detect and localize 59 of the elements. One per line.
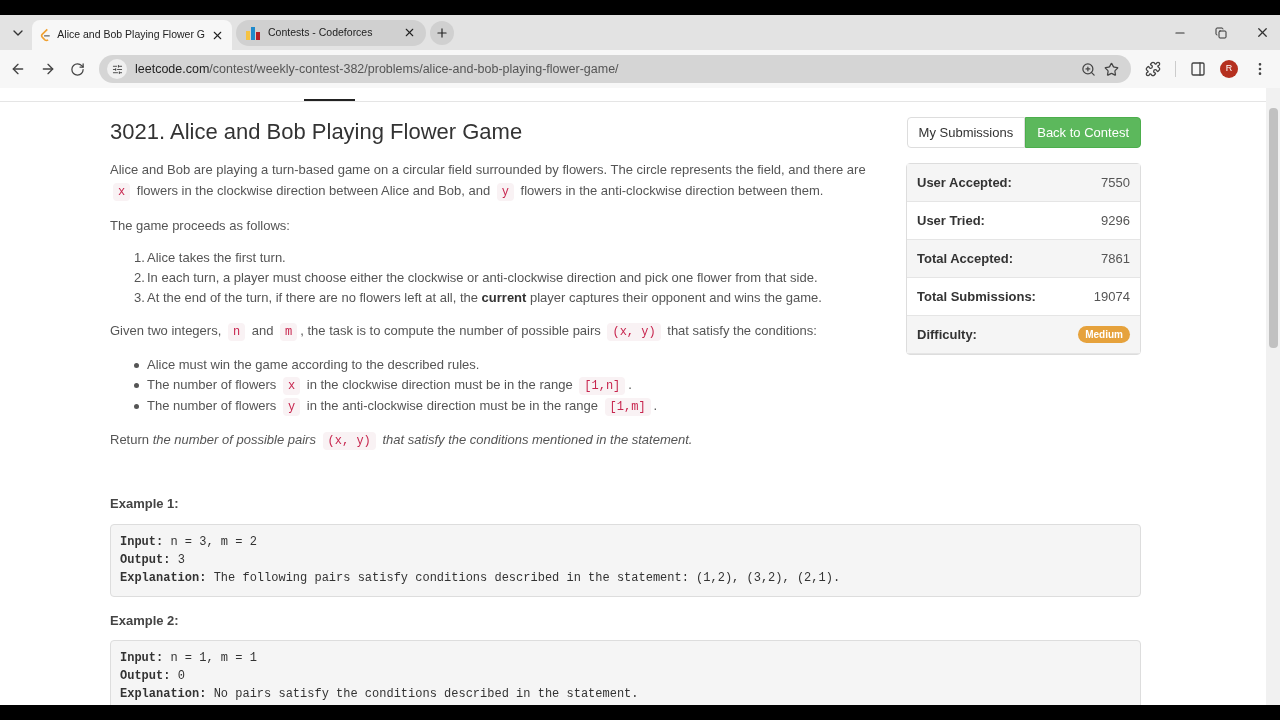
stat-value: 7550 bbox=[1101, 173, 1130, 192]
example-line: Input: n = 3, m = 2 bbox=[120, 533, 258, 551]
zoom-icon[interactable] bbox=[1081, 61, 1096, 77]
stat-label: Total Accepted: bbox=[917, 249, 1014, 268]
bullet-icon bbox=[134, 383, 139, 388]
bullet-icon bbox=[134, 362, 139, 368]
tab-title: Alice and Bob Playing Flower G bbox=[57, 27, 205, 43]
tab-title: Contests - Codeforces bbox=[268, 24, 374, 40]
list-item: In each turn, a player must choose either the clockwise or anti-clockwise direction and pick one flower from that side. bbox=[147, 269, 818, 287]
address-bar[interactable]: leetcode.com/contest/weekly-contest-382/problems/alice-and-bob-playing-flower-game/ bbox=[99, 55, 1131, 83]
list-item: Alice must win the game according to the described rules. bbox=[147, 356, 480, 374]
reload-icon[interactable] bbox=[70, 61, 85, 77]
list-number: 1. bbox=[134, 249, 146, 267]
stat-label: Difficulty: bbox=[917, 325, 977, 344]
plus-icon bbox=[435, 25, 449, 40]
example-line: Explanation: No pairs satisfy the conditions described in the statement. bbox=[120, 686, 640, 703]
example-heading: Example 1: bbox=[110, 495, 180, 513]
browser-tab[interactable]: Contests - Codeforces bbox=[236, 19, 426, 46]
list-number: 3. bbox=[134, 289, 146, 307]
url-text: leetcode.com/contest/weekly-contest-382/problems/alice-and-bob-playing-flower-game/ bbox=[135, 60, 620, 78]
close-icon[interactable] bbox=[403, 26, 416, 39]
problem-title: 3021. Alice and Bob Playing Flower Game bbox=[110, 118, 524, 146]
back-icon[interactable] bbox=[10, 61, 26, 77]
forward-icon[interactable] bbox=[40, 61, 56, 77]
side-panel-icon[interactable] bbox=[1190, 61, 1206, 77]
stat-value: 9296 bbox=[1101, 211, 1130, 230]
list-item: Alice takes the first turn. bbox=[147, 249, 286, 267]
profile-avatar[interactable]: R bbox=[1220, 60, 1238, 78]
site-settings-icon[interactable] bbox=[111, 63, 123, 75]
example-line: Explanation: The following pairs satisfy conditions described in the statement: (1,2), (3,2), (2,1). bbox=[120, 569, 842, 587]
stat-value: 7861 bbox=[1101, 249, 1130, 268]
browser-tab[interactable]: Alice and Bob Playing Flower G bbox=[32, 20, 232, 50]
bar-chart-icon bbox=[246, 25, 260, 40]
list-item: At the end of the turn, if there are no flowers left at all, the current player captures their opponent and wins the game. bbox=[147, 289, 822, 307]
stat-label: Total Submissions: bbox=[917, 287, 1036, 306]
paragraph: Return the number of possible pairs (x, y) that satisfy the conditions mentioned in the statement. bbox=[110, 431, 694, 452]
difficulty-badge: Medium bbox=[1078, 326, 1130, 343]
example-line: Output: 0 bbox=[120, 668, 186, 685]
bookmark-star-icon[interactable] bbox=[1104, 61, 1119, 77]
extensions-icon[interactable] bbox=[1145, 61, 1161, 77]
paragraph: Given two integers, n and m , the task is to compute the number of possible pairs (x, y) that satisfy the conditions: bbox=[110, 322, 818, 343]
list-item: The number of flowers x in the clockwise direction must be in the range [1,n] . bbox=[147, 376, 632, 396]
example-line: Input: n = 1, m = 1 bbox=[120, 650, 258, 667]
nav-underline bbox=[304, 99, 355, 101]
close-icon[interactable] bbox=[1255, 25, 1270, 40]
example-heading: Example 2: bbox=[110, 611, 180, 630]
restore-icon[interactable] bbox=[1215, 26, 1227, 39]
stat-value: 19074 bbox=[1093, 287, 1130, 306]
stat-label: User Accepted: bbox=[917, 173, 1012, 192]
logo-icon bbox=[40, 27, 52, 43]
bullet-icon bbox=[134, 404, 139, 409]
submissions-button[interactable]: My Submissions bbox=[906, 117, 1026, 148]
stat-label: User Tried: bbox=[917, 211, 985, 230]
list-number: 2. bbox=[134, 269, 146, 287]
example-line: Output: 3 bbox=[120, 551, 186, 569]
new-tab-button[interactable] bbox=[430, 20, 454, 45]
list-item: The number of flowers y in the anti-clockwise direction must be in the range [1,m] . bbox=[147, 397, 658, 417]
paragraph: The game proceeds as follows: bbox=[110, 217, 291, 235]
paragraph: Alice and Bob are playing a turn-based game on a circular field surrounded by flowers. The circle represents the field, and there are x flowers in the clockwise direction between Alice and Bob, and y flowers in the anti-clockwise direction between them. bbox=[110, 161, 866, 203]
